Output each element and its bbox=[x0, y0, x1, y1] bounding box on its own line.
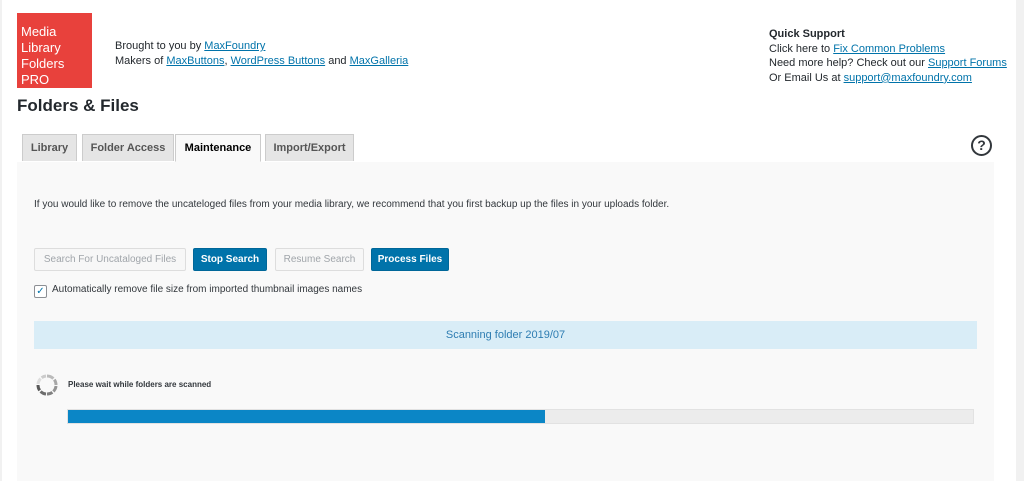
tab-bar: Library Folder Access Maintenance Import… bbox=[17, 134, 994, 163]
thumbnail-option: ✓ Automatically remove file size from imp… bbox=[34, 284, 362, 298]
logo-line: Media bbox=[21, 24, 57, 39]
search-uncataloged-button[interactable]: Search For Uncataloged Files bbox=[34, 248, 186, 271]
makers-line: Makers of MaxButtons, WordPress Buttons … bbox=[115, 54, 408, 69]
process-files-button[interactable]: Process Files bbox=[371, 248, 449, 271]
logo-line: Library bbox=[21, 40, 61, 55]
support-line-3: Or Email Us at support@maxfoundry.com bbox=[769, 71, 1007, 86]
tab-maintenance[interactable]: Maintenance bbox=[175, 134, 261, 162]
support-line-2: Need more help? Check out our Support Fo… bbox=[769, 56, 1007, 71]
maxgalleria-link[interactable]: MaxGalleria bbox=[350, 55, 409, 67]
support-line-1: Click here to Fix Common Problems bbox=[769, 42, 1007, 57]
support-line-2-prefix: Need more help? Check out our bbox=[769, 57, 928, 70]
page-title: Folders & Files bbox=[17, 96, 139, 115]
remove-size-checkbox[interactable]: ✓ bbox=[34, 285, 47, 298]
support-forums-link[interactable]: Support Forums bbox=[928, 57, 1007, 69]
wait-message: Please wait while folders are scanned bbox=[68, 380, 212, 389]
scan-progress-fill bbox=[68, 410, 545, 423]
brought-prefix: Brought to you by bbox=[115, 40, 205, 52]
tab-import-export[interactable]: Import/Export bbox=[265, 134, 354, 161]
support-line-3-prefix: Or Email Us at bbox=[769, 71, 844, 84]
spinner-icon bbox=[36, 374, 58, 396]
help-icon[interactable]: ? bbox=[971, 135, 992, 156]
support-line-1-prefix: Click here to bbox=[769, 42, 834, 55]
tab-folder-access[interactable]: Folder Access bbox=[82, 134, 174, 161]
credits: Brought to you by MaxFoundry Makers of M… bbox=[115, 39, 408, 69]
resume-search-button[interactable]: Resume Search bbox=[275, 248, 364, 271]
quick-support-title: Quick Support bbox=[769, 28, 845, 40]
maxbuttons-link[interactable]: MaxButtons bbox=[166, 55, 224, 67]
maxfoundry-link[interactable]: MaxFoundry bbox=[204, 40, 265, 52]
quick-support: Quick Support Click here to Fix Common P… bbox=[769, 27, 1007, 85]
checkbox-label: Automatically remove file size from impo… bbox=[52, 284, 363, 295]
logo-line: Folders PRO bbox=[21, 56, 65, 87]
scan-progress-bar bbox=[67, 409, 974, 424]
stop-search-button[interactable]: Stop Search bbox=[193, 248, 267, 271]
wordpress-buttons-link[interactable]: WordPress Buttons bbox=[231, 55, 326, 67]
makers-and: and bbox=[325, 55, 350, 67]
makers-prefix: Makers of bbox=[115, 55, 167, 67]
tab-library[interactable]: Library bbox=[22, 134, 77, 161]
plugin-logo: Media Library Folders PRO bbox=[17, 13, 92, 88]
check-mark-icon: ✓ bbox=[36, 286, 45, 297]
fix-problems-link[interactable]: Fix Common Problems bbox=[833, 43, 945, 55]
brought-line: Brought to you by MaxFoundry bbox=[115, 39, 408, 54]
instruction-text: If you would like to remove the uncatelo… bbox=[34, 199, 670, 210]
support-email-link[interactable]: support@maxfoundry.com bbox=[844, 72, 972, 84]
scan-status-banner: Scanning folder 2019/07 bbox=[34, 321, 977, 349]
